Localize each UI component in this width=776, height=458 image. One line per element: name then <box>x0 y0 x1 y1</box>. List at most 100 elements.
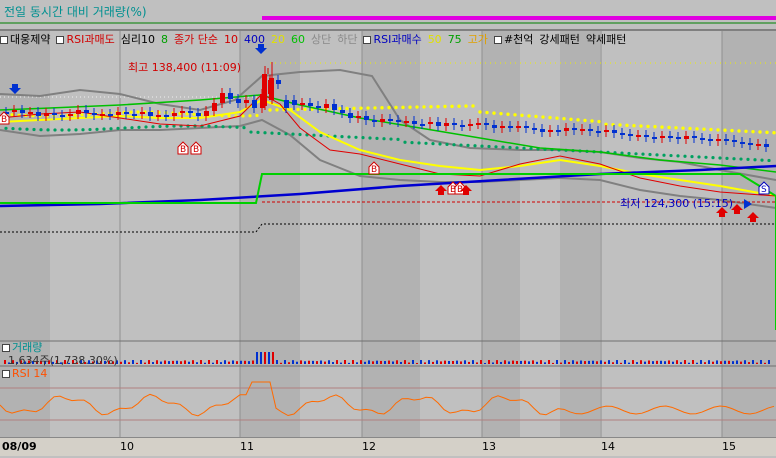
volume-bar <box>420 360 422 364</box>
candle-body <box>700 138 705 140</box>
legend-item-14[interactable]: 고가 <box>468 31 488 47</box>
legend-toggle-box[interactable] <box>0 36 8 44</box>
psychology-dot <box>739 157 743 161</box>
legend-item-13[interactable]: 75 <box>448 33 462 46</box>
high-price-dot <box>723 128 727 132</box>
candle-body <box>540 129 545 132</box>
volume-bar <box>656 360 658 364</box>
candle-body <box>404 121 409 123</box>
volume-bar <box>620 362 622 364</box>
legend-item-7[interactable]: 20 <box>271 33 285 46</box>
candle-body <box>372 120 377 122</box>
time-axis: 08/09 10 11 12 13 14 15 <box>0 437 776 456</box>
psychology-dot <box>214 124 218 129</box>
candle-body <box>732 140 737 142</box>
volume-bar <box>572 360 574 364</box>
volume-bar <box>324 361 326 364</box>
candle-body <box>468 124 473 126</box>
legend-item-11[interactable]: RSI과매수 <box>363 31 422 47</box>
high-price-dot <box>569 117 573 121</box>
volume-bar <box>332 362 334 364</box>
legend-toggle-box[interactable] <box>493 36 502 44</box>
legend-item-16[interactable]: 강세패턴 <box>539 31 579 47</box>
top-indicator-bar <box>262 16 776 20</box>
legend-item-8[interactable]: 60 <box>291 33 305 46</box>
legend-item-5[interactable]: 10 <box>224 33 238 46</box>
volume-bar <box>268 352 270 364</box>
signal_b-text: B <box>1 115 7 125</box>
volume-bar <box>136 362 138 364</box>
legend-item-15[interactable]: #천억 <box>493 31 533 47</box>
volume-bar <box>376 360 378 364</box>
psychology-dot <box>39 128 43 132</box>
volume-bar <box>204 362 206 364</box>
volume-bar <box>548 360 550 364</box>
legend-item-10[interactable]: 하단 <box>337 31 357 47</box>
psychology-dot <box>81 128 85 132</box>
volume-bar <box>536 361 538 364</box>
volume-bar <box>132 360 134 364</box>
low-price-label: 최저 124,300 (15:15) <box>620 197 734 210</box>
volume-bar <box>760 360 762 364</box>
candle-body <box>348 113 353 118</box>
psychology-dot <box>452 143 456 147</box>
high-price-dot <box>660 125 664 129</box>
volume-bar <box>552 362 554 364</box>
candle-body <box>508 126 513 128</box>
psychology-dot <box>683 154 687 158</box>
psychology-dot <box>501 145 505 149</box>
psychology-dot <box>508 145 512 150</box>
volume-bar <box>184 360 186 364</box>
volume-bar <box>328 360 330 364</box>
candle-body <box>652 137 657 139</box>
high-price-dot <box>492 111 496 115</box>
high-price-dot <box>10 113 14 117</box>
candle-body <box>628 134 633 136</box>
candle-body <box>188 111 193 113</box>
time-tick-label: 11 <box>240 440 254 453</box>
psychology-dot <box>249 130 253 134</box>
psychology-dot <box>438 142 442 146</box>
legend-item-12[interactable]: 50 <box>428 33 442 46</box>
candle-body <box>676 137 681 139</box>
volume-panel-title: 거래량 <box>2 341 42 354</box>
candle-body <box>228 93 233 99</box>
signal_b-text: B <box>180 145 186 155</box>
legend-item-4[interactable]: 종가 단순 <box>174 31 218 47</box>
volume-bar <box>556 360 558 364</box>
legend-item-17[interactable]: 약세패턴 <box>586 31 626 47</box>
volume-bar <box>412 360 414 364</box>
high-price-dot <box>192 112 196 116</box>
psychology-dot <box>704 155 708 159</box>
psychology-dot <box>641 152 645 156</box>
psychology-dot <box>270 131 274 135</box>
signal_b-text: B <box>193 145 199 155</box>
legend-toggle-box[interactable] <box>363 36 372 44</box>
volume-bar <box>248 361 250 364</box>
legend-item-1[interactable]: RSI과매도 <box>56 31 115 47</box>
price-chart[interactable]: BB BBB B S <box>0 0 776 455</box>
legend-item-3[interactable]: 8 <box>161 33 168 46</box>
psychology-dot <box>746 157 750 161</box>
high-price-dot <box>408 105 412 109</box>
volume-bar <box>600 360 602 364</box>
volume-bar <box>124 360 126 364</box>
volume-bar <box>720 361 722 364</box>
legend-item-9[interactable]: 상단 <box>311 31 331 47</box>
time-tick-label: 13 <box>482 440 496 453</box>
legend-item-0[interactable]: 대웅제약 <box>0 31 50 47</box>
candle-body <box>724 139 729 141</box>
legend-item-6[interactable]: 400 <box>244 33 265 46</box>
psychology-dot <box>515 146 519 150</box>
candle-body <box>588 129 593 131</box>
volume-bar <box>752 360 754 364</box>
rsi-toggle-box[interactable] <box>2 370 10 378</box>
candle-body <box>604 130 609 132</box>
candle-body <box>596 131 601 133</box>
volume-toggle-box[interactable] <box>2 344 10 352</box>
legend-toggle-box[interactable] <box>56 36 65 44</box>
session-shade <box>560 0 600 437</box>
volume-bar <box>428 360 430 364</box>
legend-item-2[interactable]: 심리10 <box>121 31 155 47</box>
volume-bar <box>460 361 462 364</box>
